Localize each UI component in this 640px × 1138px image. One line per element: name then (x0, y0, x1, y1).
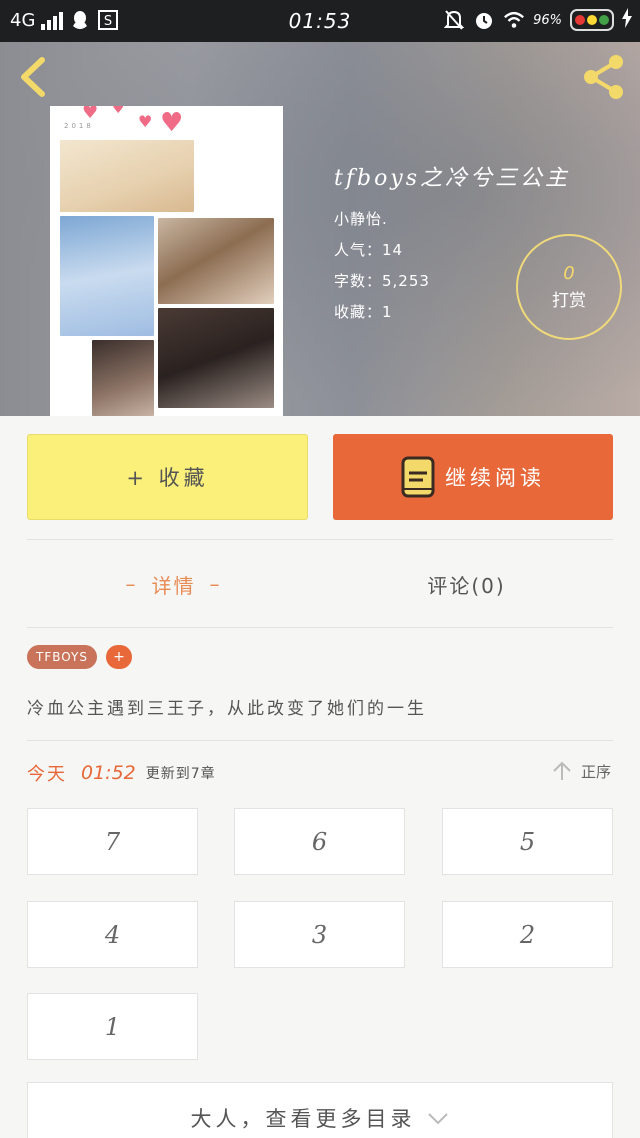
cover-photo (60, 140, 194, 212)
heart-icon: ♥ (82, 106, 99, 123)
battery-percent: 96% (533, 12, 562, 28)
update-time: 01:52 (81, 762, 136, 784)
battery-icon (570, 9, 614, 31)
chapter-button[interactable]: 6 (234, 808, 405, 875)
charging-icon (622, 8, 632, 32)
chapter-button[interactable]: 3 (234, 901, 405, 968)
continue-reading-button[interactable]: 继续阅读 (333, 434, 613, 520)
chapter-number: 2 (519, 920, 536, 949)
alarm-icon (473, 9, 495, 31)
chevron-left-icon (21, 57, 45, 97)
tab-details[interactable]: – 详情 – (27, 546, 320, 622)
wifi-icon (503, 9, 525, 31)
chapter-number: 6 (311, 827, 328, 856)
divider (27, 740, 613, 741)
heart-icon: ♥ (160, 108, 184, 138)
book-title: tfboys之冷兮三公主 (334, 166, 571, 191)
heart-icon: ♥ (138, 112, 153, 131)
tag-chip[interactable]: TFBOYS (27, 645, 97, 669)
author[interactable]: 小静怡. (334, 204, 570, 235)
chapter-button[interactable]: 1 (27, 993, 198, 1060)
cover-photo (197, 106, 281, 210)
tip-button[interactable]: 0 打赏 (516, 234, 622, 340)
share-button[interactable] (580, 52, 628, 102)
add-tag-button[interactable]: + (106, 645, 132, 669)
book-description: 冷血公主遇到三王子，从此改变了她们的一生 (27, 699, 427, 719)
chapter-number: 4 (104, 920, 121, 949)
tip-label: 打赏 (552, 291, 586, 311)
view-more-label: 大人，查看更多目录 (190, 1106, 416, 1131)
cover-photo (60, 216, 154, 336)
chevron-down-icon (427, 1112, 448, 1124)
tab-bar: – 详情 – 评论(0) (27, 546, 613, 622)
share-icon (584, 55, 623, 99)
mute-icon (443, 9, 465, 31)
continue-reading-label: 继续阅读 (445, 466, 545, 490)
tip-count: 0 (563, 263, 575, 284)
chapter-number: 1 (104, 1012, 121, 1041)
update-info: 今天 01:52 更新到7章 正序 (27, 758, 613, 788)
divider (27, 539, 613, 540)
cover-photo (92, 340, 154, 416)
chapter-button[interactable]: 5 (442, 808, 613, 875)
cover-photo (158, 308, 274, 408)
back-button[interactable] (14, 54, 54, 100)
cover-photo (158, 218, 274, 304)
sort-order-button[interactable]: 正序 (551, 760, 611, 782)
tab-comments-label: 评论(0) (427, 573, 506, 598)
collect-label: + 收藏 (126, 466, 209, 490)
book-header: ♥ ♥ ♥ ♥ 2018 tfboys之冷兮三公主 小静怡. 人气：14 字数：… (0, 42, 640, 416)
update-day: 今天 (27, 764, 67, 785)
sort-order-label: 正序 (580, 762, 611, 781)
book-cover[interactable]: ♥ ♥ ♥ ♥ 2018 (50, 106, 283, 416)
cover-year: 2018 (64, 122, 94, 130)
tab-details-label: 详情 (151, 573, 196, 598)
chapter-number: 7 (104, 827, 121, 856)
chapter-button[interactable]: 4 (27, 901, 198, 968)
tag-list: TFBOYS + (27, 645, 132, 669)
chapter-button[interactable]: 2 (442, 901, 613, 968)
tab-comments[interactable]: 评论(0) (320, 546, 613, 622)
heart-icon: ♥ (112, 106, 125, 117)
update-text: 更新到7章 (145, 766, 216, 782)
chapter-number: 3 (311, 920, 328, 949)
chapter-button[interactable]: 7 (27, 808, 198, 875)
divider (27, 627, 613, 628)
arrow-up-icon (553, 761, 571, 780)
book-icon (401, 456, 435, 498)
status-bar: 4G S 01:53 96% (0, 0, 640, 42)
view-more-chapters-button[interactable]: 大人，查看更多目录 (27, 1082, 613, 1138)
chapter-number: 5 (519, 827, 536, 856)
collect-button[interactable]: + 收藏 (27, 434, 308, 520)
